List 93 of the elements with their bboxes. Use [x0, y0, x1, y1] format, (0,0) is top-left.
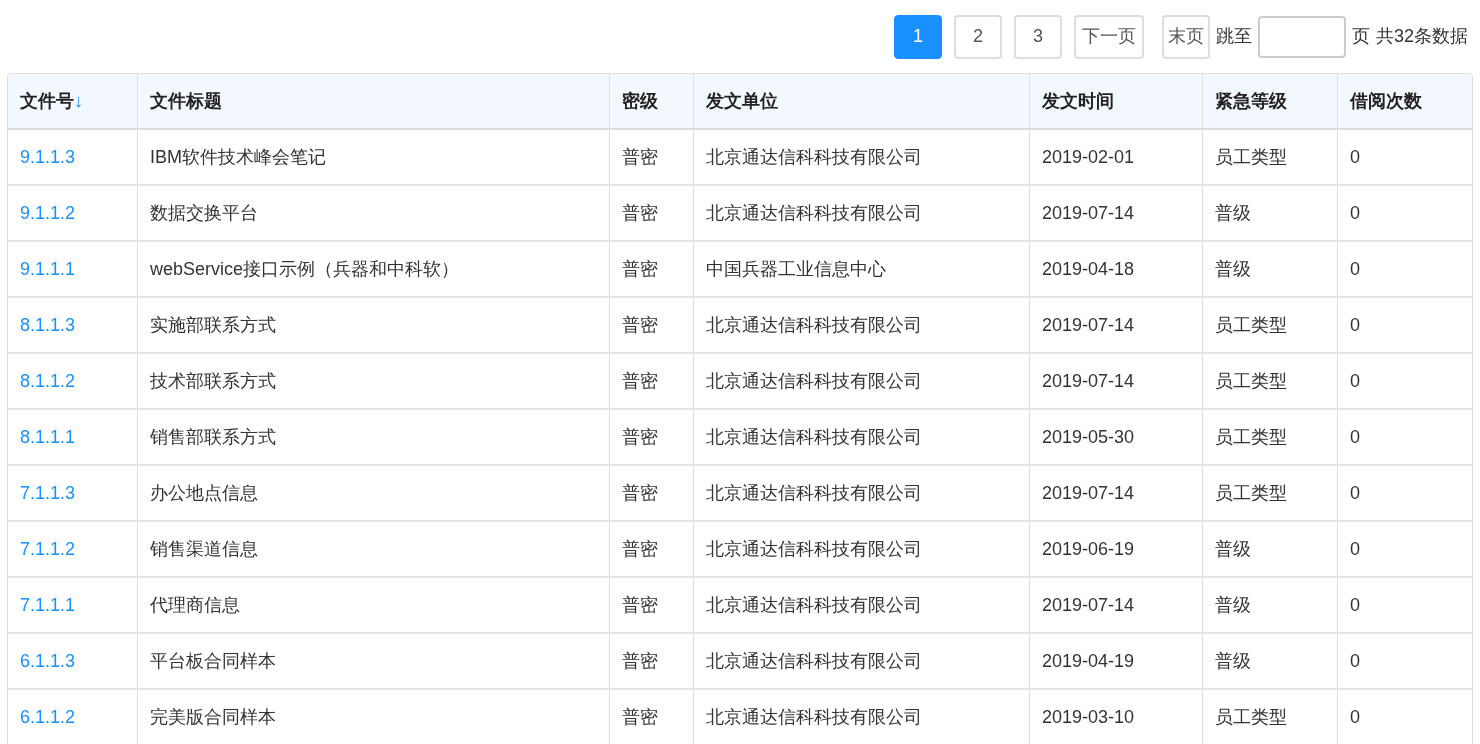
table-cell-text: 2019-07-14: [1042, 313, 1135, 337]
table-cell-text: 办公地点信息: [150, 481, 258, 505]
table-cell-text: 数据交换平台: [150, 201, 258, 225]
table-cell-text: 普密: [622, 257, 658, 281]
table-cell-text: 普密: [622, 705, 658, 729]
table-cell-text: 0: [1350, 369, 1360, 393]
table-cell-text: 北京通达信科科技有限公司: [706, 649, 922, 673]
table-cell-text: 0: [1350, 593, 1360, 617]
table-cell-text: 北京通达信科科技有限公司: [706, 201, 922, 225]
table-cell-text: 0: [1350, 649, 1360, 673]
page-input[interactable]: [1257, 15, 1346, 58]
column-header: 密级: [622, 89, 658, 113]
table-cell-text: 2019-02-01: [1042, 145, 1135, 169]
table-cell-text: 普密: [622, 481, 658, 505]
file-number-link[interactable]: 9.1.1.3: [20, 143, 76, 171]
table-cell-text: 0: [1350, 145, 1360, 169]
table-cell-text: 员工类型: [1215, 425, 1287, 449]
column-header: 发文时间: [1042, 89, 1114, 113]
page-button[interactable]: 3: [1013, 14, 1062, 59]
table-cell-text: 普密: [622, 537, 658, 561]
table-cell-text: 完美版合同样本: [150, 705, 276, 729]
table-cell-text: 2019-06-19: [1042, 537, 1135, 561]
table-cell-text: 中国兵器工业信息中心: [706, 257, 886, 281]
table-cell-text: 0: [1350, 705, 1360, 729]
table-cell-text: 普密: [622, 145, 658, 169]
column-header[interactable]: 文件号↓: [20, 87, 83, 115]
table-cell-text: 0: [1350, 313, 1360, 337]
table-cell-text: 普密: [622, 649, 658, 673]
table-cell-text: 员工类型: [1215, 313, 1287, 337]
table-cell-text: 销售部联系方式: [150, 425, 276, 449]
table-cell-text: 2019-04-19: [1042, 649, 1135, 673]
file-number-link[interactable]: 6.1.1.3: [20, 647, 76, 675]
table-cell-text: 0: [1350, 537, 1360, 561]
table-cell-text: 2019-07-14: [1042, 481, 1135, 505]
file-number-link[interactable]: 9.1.1.1: [20, 255, 76, 283]
next-page-button[interactable]: 下一页: [1073, 14, 1144, 59]
column-header: 发文单位: [706, 89, 778, 113]
table-cell-text: 普级: [1215, 649, 1251, 673]
table-cell-text: 北京通达信科科技有限公司: [706, 425, 922, 449]
table-cell-text: 普密: [622, 313, 658, 337]
table-cell-text: 员工类型: [1215, 145, 1287, 169]
table-cell-text: 北京通达信科科技有限公司: [706, 705, 922, 729]
table-cell-text: 普级: [1215, 593, 1251, 617]
table-cell-text: 0: [1350, 425, 1360, 449]
table-cell-text: 2019-03-10: [1042, 705, 1135, 729]
file-number-link[interactable]: 8.1.1.2: [20, 367, 76, 395]
table-cell-text: 北京通达信科科技有限公司: [706, 481, 922, 505]
table-cell-text: 2019-07-14: [1042, 369, 1135, 393]
table-cell-text: 普密: [622, 593, 658, 617]
table-cell-text: 普密: [622, 201, 658, 225]
file-number-link[interactable]: 8.1.1.1: [20, 423, 76, 451]
table-cell-text: 普级: [1215, 201, 1251, 225]
table-cell-text: 2019-07-14: [1042, 201, 1135, 225]
table-cell-text: 0: [1350, 257, 1360, 281]
page-unit: 页: [1351, 25, 1370, 48]
table-cell-text: 员工类型: [1215, 481, 1287, 505]
file-number-link[interactable]: 7.1.1.3: [20, 479, 76, 507]
table-cell-text: IBM软件技术峰会笔记: [150, 145, 326, 169]
file-number-link[interactable]: 6.1.1.2: [20, 703, 76, 731]
table-cell-text: 0: [1350, 481, 1360, 505]
jump-label: 跳至: [1215, 25, 1252, 48]
file-number-link[interactable]: 9.1.1.2: [20, 199, 76, 227]
table-cell-text: 普级: [1215, 537, 1251, 561]
table-cell-text: 北京通达信科科技有限公司: [706, 369, 922, 393]
column-header: 借阅次数: [1350, 89, 1422, 113]
table-cell-text: 普级: [1215, 257, 1251, 281]
table-cell-text: 平台板合同样本: [150, 649, 276, 673]
table-cell-text: 代理商信息: [150, 593, 240, 617]
last-page-button[interactable]: 末页: [1161, 14, 1210, 59]
column-header: 紧急等级: [1215, 89, 1287, 113]
table-cell-text: 北京通达信科科技有限公司: [706, 593, 922, 617]
table-cell-text: 销售渠道信息: [150, 537, 258, 561]
table-cell-text: 北京通达信科科技有限公司: [706, 145, 922, 169]
table-cell-text: 员工类型: [1215, 369, 1287, 393]
table-cell-text: 北京通达信科科技有限公司: [706, 313, 922, 337]
table-cell-text: 0: [1350, 201, 1360, 225]
file-number-link[interactable]: 8.1.1.3: [20, 311, 76, 339]
page-button[interactable]: 1: [893, 14, 942, 59]
table-cell-text: 2019-07-14: [1042, 593, 1135, 617]
table-cell-text: 员工类型: [1215, 705, 1287, 729]
table-cell-text: webService接口示例（兵器和中科软）: [150, 257, 460, 281]
column-header: 文件标题: [150, 89, 222, 113]
table-cell-text: 普密: [622, 425, 658, 449]
table-cell-text: 技术部联系方式: [150, 369, 276, 393]
table-cell-text: 北京通达信科科技有限公司: [706, 537, 922, 561]
file-number-link[interactable]: 7.1.1.1: [20, 591, 76, 619]
total-count: 共32条数据: [1375, 25, 1468, 48]
table-cell-text: 2019-04-18: [1042, 257, 1135, 281]
table-cell-text: 实施部联系方式: [150, 313, 276, 337]
page-button[interactable]: 2: [953, 14, 1002, 59]
table-cell-text: 普密: [622, 369, 658, 393]
table-cell-text: 2019-05-30: [1042, 425, 1135, 449]
file-number-link[interactable]: 7.1.1.2: [20, 535, 76, 563]
